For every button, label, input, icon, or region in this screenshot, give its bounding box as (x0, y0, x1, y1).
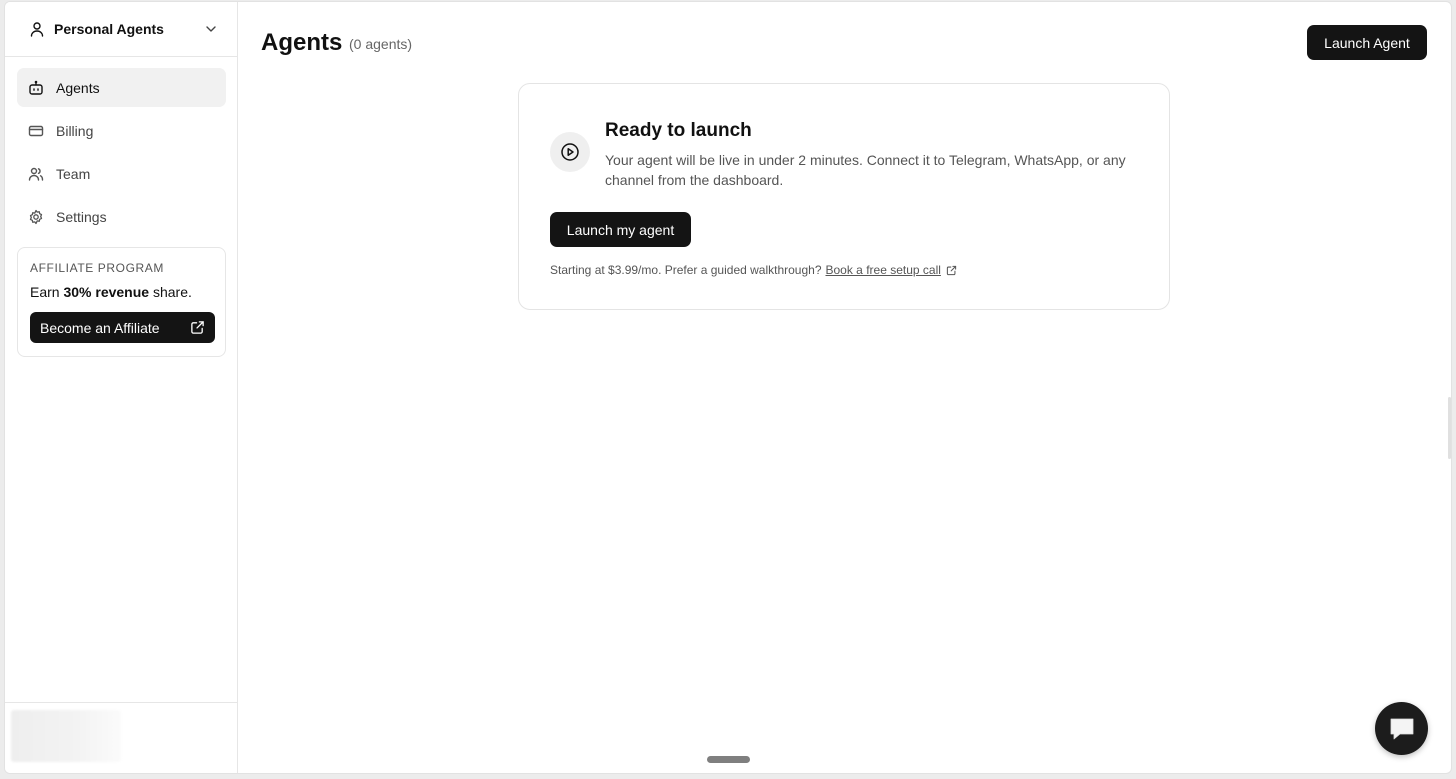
app-window: Personal Agents Agents Billing Team Sett… (4, 1, 1452, 774)
affiliate-desc-prefix: Earn (30, 284, 64, 300)
sidebar-nav: Agents Billing Team Settings (17, 68, 226, 240)
become-affiliate-button[interactable]: Become an Affiliate (30, 312, 215, 343)
affiliate-button-label: Become an Affiliate (40, 319, 160, 336)
pricing-text: Starting at $3.99/mo. Prefer a guided wa… (550, 263, 822, 277)
robot-icon (29, 80, 43, 95)
card-title: Ready to launch (605, 120, 752, 141)
chat-support-button[interactable] (1375, 702, 1428, 755)
affiliate-card: AFFILIATE PROGRAM Earn 30% revenue share… (17, 247, 226, 357)
card-footer: Starting at $3.99/mo. Prefer a guided wa… (550, 263, 957, 277)
affiliate-desc-suffix: share. (149, 284, 192, 300)
bottom-drag-handle[interactable] (707, 756, 750, 763)
book-setup-call-link[interactable]: Book a free setup call (826, 263, 941, 277)
user-icon (30, 22, 44, 37)
workspace-label: Personal Agents (54, 21, 164, 37)
credit-card-icon (28, 125, 44, 136)
workspace-switcher[interactable]: Personal Agents (5, 2, 238, 57)
launch-my-agent-button[interactable]: Launch my agent (550, 212, 691, 247)
external-link-icon (191, 321, 204, 334)
affiliate-desc-bold: 30% revenue (63, 284, 150, 300)
sidebar-item-billing[interactable]: Billing (17, 111, 226, 150)
sidebar-item-settings[interactable]: Settings (17, 197, 226, 236)
sidebar-item-agents[interactable]: Agents (17, 68, 226, 107)
users-icon (28, 167, 44, 181)
page-title: Agents (261, 29, 343, 56)
gear-icon (29, 209, 43, 224)
sidebar-item-team[interactable]: Team (17, 154, 226, 193)
user-profile-blurred[interactable] (11, 710, 121, 762)
chat-icon (1390, 718, 1413, 739)
card-description: Your agent will be live in under 2 minut… (605, 152, 1126, 188)
chevron-down-icon (206, 26, 216, 32)
sidebar-item-label: Agents (56, 79, 100, 96)
affiliate-description: Earn 30% revenue share. (30, 284, 213, 300)
agent-count: (0 agents) (349, 36, 413, 52)
sidebar-footer (5, 702, 238, 773)
affiliate-title: AFFILIATE PROGRAM (30, 261, 164, 275)
play-icon-badge (550, 132, 590, 172)
ready-to-launch-card: Ready to launch Your agent will be live … (518, 83, 1170, 310)
sidebar-item-label: Billing (56, 122, 94, 139)
external-link-icon (946, 265, 957, 275)
play-icon (561, 143, 579, 161)
sidebar-item-label: Team (56, 165, 91, 182)
sidebar-item-label: Settings (56, 208, 107, 225)
sidebar: Personal Agents Agents Billing Team Sett… (5, 2, 238, 773)
main-content: Agents (0 agents) Launch Agent Ready to … (238, 2, 1451, 773)
resize-grip[interactable] (1448, 397, 1451, 459)
launch-agent-button[interactable]: Launch Agent (1307, 25, 1427, 60)
